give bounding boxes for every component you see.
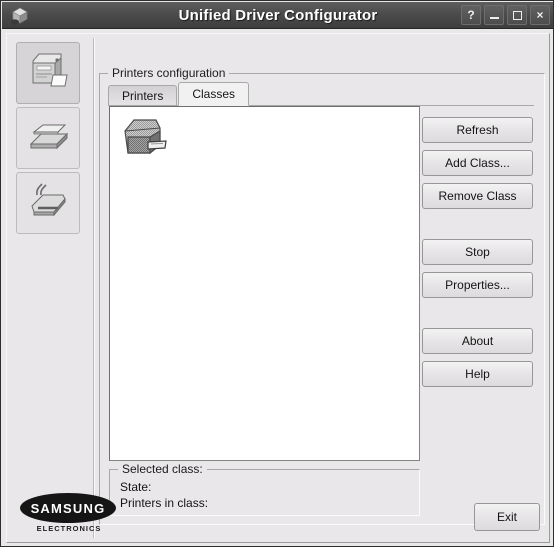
sidebar-divider xyxy=(93,38,95,538)
group-title: Printers configuration xyxy=(108,66,230,80)
samsung-logo-oval: SAMSUNG xyxy=(20,493,116,523)
add-class-button[interactable]: Add Class... xyxy=(422,150,533,176)
state-label: State: xyxy=(120,480,152,494)
window-titlebar: Unified Driver Configurator ? × xyxy=(2,2,553,29)
brand-subtitle: ELECTRONICS xyxy=(36,524,102,533)
printers-configuration-group: Printers configuration Printers Classes xyxy=(99,66,545,525)
app-icon xyxy=(7,4,33,26)
close-button[interactable]: × xyxy=(530,5,550,25)
maximize-button[interactable] xyxy=(507,5,527,25)
refresh-button[interactable]: Refresh xyxy=(422,117,533,143)
printers-in-class-label: Printers in class: xyxy=(120,496,209,510)
brand-name: SAMSUNG xyxy=(30,500,106,516)
printer-icon xyxy=(25,49,71,98)
about-button[interactable]: About xyxy=(422,328,533,354)
printer-class-icon xyxy=(120,119,178,169)
minimize-button[interactable] xyxy=(484,5,504,25)
classes-list[interactable] xyxy=(109,106,420,461)
remove-class-button[interactable]: Remove Class xyxy=(422,183,533,209)
help-button[interactable]: ? xyxy=(461,5,481,25)
sidebar-item-printers-configuration[interactable] xyxy=(16,42,80,104)
sidebar xyxy=(9,36,89,496)
stop-button[interactable]: Stop xyxy=(422,239,533,265)
help-button-main[interactable]: Help xyxy=(422,361,533,387)
content-panel: Printers configuration Printers Classes xyxy=(6,33,550,543)
samsung-logo: SAMSUNG ELECTRONICS xyxy=(15,491,123,535)
selected-class-title: Selected class: xyxy=(118,462,207,476)
properties-button[interactable]: Properties... xyxy=(422,272,533,298)
sidebar-item-ports-configuration[interactable] xyxy=(16,172,80,234)
scanner-icon xyxy=(25,114,71,163)
tab-bar: Printers Classes xyxy=(108,82,250,106)
exit-button[interactable]: Exit xyxy=(474,503,540,531)
window-controls: ? × xyxy=(461,5,550,25)
list-item[interactable] xyxy=(120,115,180,167)
tab-classes[interactable]: Classes xyxy=(178,82,250,106)
tab-printers[interactable]: Printers xyxy=(108,85,178,106)
port-device-icon xyxy=(25,179,71,228)
selected-class-group: Selected class: State: Printers in class… xyxy=(109,462,420,516)
unified-driver-configurator-window: Unified Driver Configurator ? × Printers… xyxy=(0,0,554,547)
sidebar-item-scanners-configuration[interactable] xyxy=(16,107,80,169)
